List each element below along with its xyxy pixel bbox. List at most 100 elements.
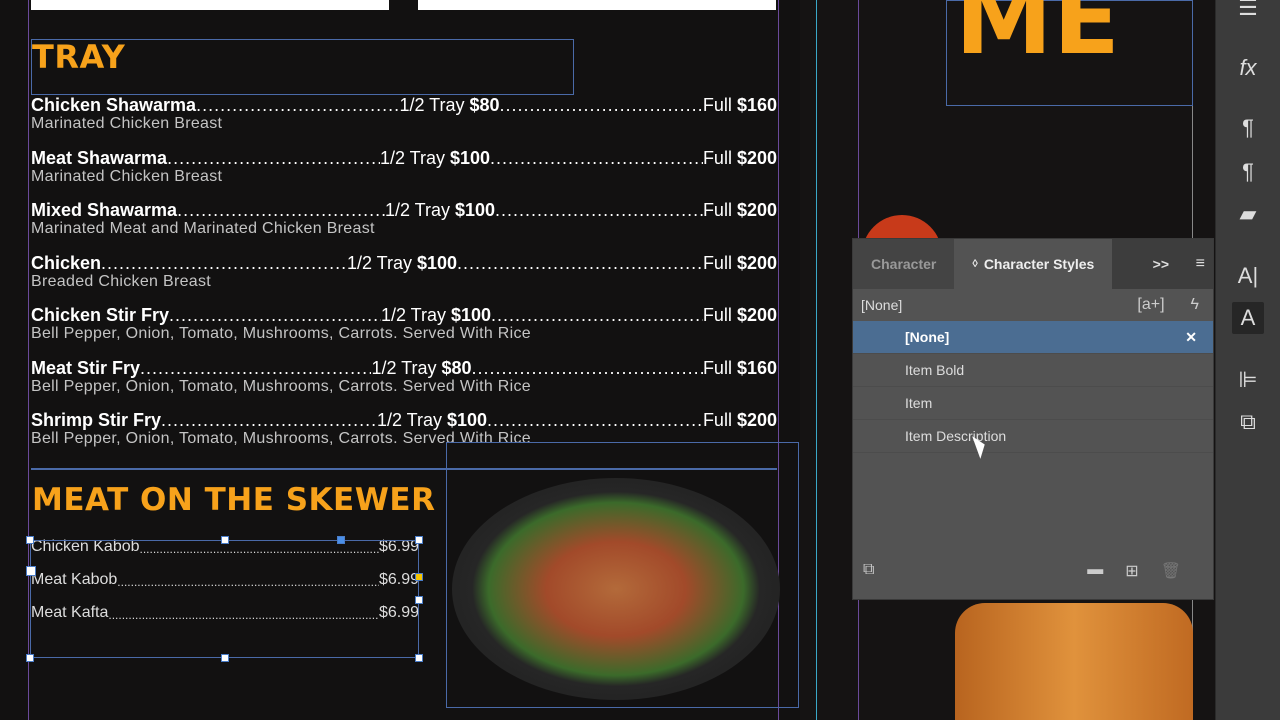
- resize-handle[interactable]: [221, 536, 229, 544]
- full-price: $160: [736, 95, 777, 115]
- clear-overrides-icon[interactable]: ✕: [1185, 329, 1197, 346]
- half-price: $100: [450, 147, 491, 168]
- resize-handle[interactable]: [415, 536, 423, 544]
- full-label: Full: [702, 147, 732, 168]
- character-styles-icon[interactable]: A: [1232, 302, 1264, 334]
- item-name: Mixed Shawarma: [31, 200, 178, 220]
- tab-character-styles[interactable]: ◊ Character Styles: [954, 239, 1113, 289]
- full-label: Full: [702, 410, 732, 430]
- character-icon[interactable]: A|: [1232, 260, 1264, 292]
- half-label: 1/2 Tray: [379, 147, 445, 168]
- menu-item: Mixed Shawarma 1/2 Tray $100 Full $200 Mari…: [31, 200, 777, 238]
- full-price: $200: [736, 305, 777, 325]
- dot-leader: [491, 305, 703, 325]
- out-port-handle[interactable]: [415, 573, 423, 581]
- half-price: $80: [469, 95, 500, 115]
- tray-heading: TRAY: [32, 38, 126, 76]
- margin-guide: [28, 0, 29, 720]
- half-label: 1/2 Tray: [376, 410, 442, 430]
- half-price: $100: [455, 200, 496, 220]
- item-description: Marinated Meat and Marinated Chicken Bre…: [31, 220, 375, 237]
- load-styles-icon[interactable]: ⧉: [863, 561, 1087, 581]
- item-name: Chicken: [31, 252, 102, 273]
- item-description: Bell Pepper, Onion, Tomato, Mushrooms, C…: [31, 377, 531, 395]
- resize-handle[interactable]: [26, 566, 36, 576]
- dot-leader: [101, 253, 347, 273]
- dot-leader: [490, 148, 703, 168]
- half-label: 1/2 Tray: [371, 357, 437, 378]
- dot-leader: [457, 253, 703, 273]
- dot-leader: [487, 410, 703, 430]
- dot-leader: [169, 305, 381, 325]
- text-frame-top-right[interactable]: [418, 0, 776, 10]
- panel-menu-icon[interactable]: ≡: [1196, 255, 1205, 273]
- item-description: Bell Pepper, Onion, Tomato, Mushrooms, C…: [31, 325, 531, 342]
- half-price: $80: [441, 357, 472, 378]
- full-label: Full: [702, 305, 732, 325]
- text-frame-top-left[interactable]: [31, 0, 389, 10]
- dot-leader: [495, 200, 703, 220]
- stroke-icon[interactable]: ☰: [1232, 0, 1264, 24]
- current-style: [None]: [861, 297, 903, 313]
- full-price: $200: [736, 410, 778, 430]
- pathfinder-icon[interactable]: ⧉: [1232, 406, 1264, 438]
- paragraph-icon[interactable]: ¶: [1232, 112, 1264, 144]
- item-name: Chicken Shawarma: [31, 95, 197, 115]
- bleed-guide: [816, 0, 817, 720]
- full-price: $200: [736, 147, 778, 168]
- shawarma-image[interactable]: [955, 603, 1193, 720]
- style-list-item[interactable]: [None] ✕: [853, 321, 1213, 354]
- menu-page[interactable]: TRAY Chicken Shawarma 1/2 Tray $80 Full $1…: [0, 0, 800, 720]
- kebab-plate-image[interactable]: [452, 478, 780, 700]
- dot-leader: [140, 358, 371, 378]
- collapse-icon[interactable]: >>: [1153, 256, 1169, 272]
- half-label: 1/2 Tray: [380, 305, 446, 325]
- paragraph-styles-icon[interactable]: ¶: [1232, 156, 1264, 188]
- delete-icon[interactable]: 🗑: [1161, 561, 1181, 581]
- menu-item: Meat Shawarma 1/2 Tray $100 Full $200 Marin…: [31, 148, 777, 186]
- style-list-item[interactable]: Item Bold: [853, 354, 1213, 387]
- align-icon[interactable]: ⊫: [1232, 364, 1264, 396]
- dot-leader: [196, 95, 399, 115]
- item-name: Chicken Stir Fry: [31, 305, 170, 325]
- style-name: Item Bold: [905, 362, 965, 378]
- full-price: $160: [736, 357, 778, 378]
- character-styles-panel[interactable]: Character ◊ Character Styles >> ≡ [None] …: [852, 238, 1214, 600]
- right-panel-dock[interactable]: ☰ fx ¶ ¶ ▰ A| A ⊫ ⧉: [1215, 0, 1280, 720]
- item-name: Shrimp Stir Fry: [31, 410, 162, 430]
- skewer-heading: MEAT ON THE SKEWER: [32, 482, 436, 518]
- dot-leader: [472, 358, 703, 378]
- new-style-from-selection-icon[interactable]: [a+]: [1137, 296, 1164, 314]
- in-port-handle[interactable]: [337, 536, 345, 544]
- cc-libraries-icon[interactable]: ▰: [1232, 198, 1264, 230]
- quick-apply-icon[interactable]: ϟ: [1191, 296, 1199, 314]
- dot-leader: [177, 200, 385, 220]
- half-label: 1/2 Tray: [346, 252, 412, 273]
- tab-label: Character Styles: [983, 256, 1095, 272]
- fx-icon[interactable]: fx: [1232, 52, 1264, 84]
- half-price: $100: [446, 410, 488, 430]
- new-group-icon[interactable]: ▬: [1087, 561, 1103, 581]
- item-name: Meat Shawarma: [31, 147, 168, 168]
- style-list-item[interactable]: Item Description: [853, 420, 1213, 453]
- selected-text-frame[interactable]: [30, 540, 419, 658]
- resize-handle[interactable]: [415, 596, 423, 604]
- resize-handle[interactable]: [415, 654, 423, 662]
- new-style-icon[interactable]: ⊞: [1125, 561, 1138, 581]
- tab-character[interactable]: Character: [853, 239, 955, 289]
- menu-item: Meat Stir Fry 1/2 Tray $80 Full $160 Bell P…: [31, 358, 777, 396]
- style-name: Item: [905, 395, 933, 411]
- resize-handle[interactable]: [26, 654, 34, 662]
- style-name: Item Description: [905, 428, 1007, 444]
- half-price: $100: [416, 252, 458, 273]
- full-price: $200: [736, 252, 778, 273]
- half-label: 1/2 Tray: [399, 95, 465, 115]
- style-list-item[interactable]: Item: [853, 387, 1213, 420]
- menu-item: Chicken Stir Fry 1/2 Tray $100 Full $200 Be…: [31, 305, 777, 343]
- item-description: Breaded Chicken Breast: [31, 272, 212, 290]
- resize-handle[interactable]: [26, 536, 34, 544]
- style-name: [None]: [905, 329, 950, 345]
- dot-leader: [167, 148, 380, 168]
- resize-handle[interactable]: [221, 654, 229, 662]
- item-description: Marinated Chicken Breast: [31, 167, 223, 185]
